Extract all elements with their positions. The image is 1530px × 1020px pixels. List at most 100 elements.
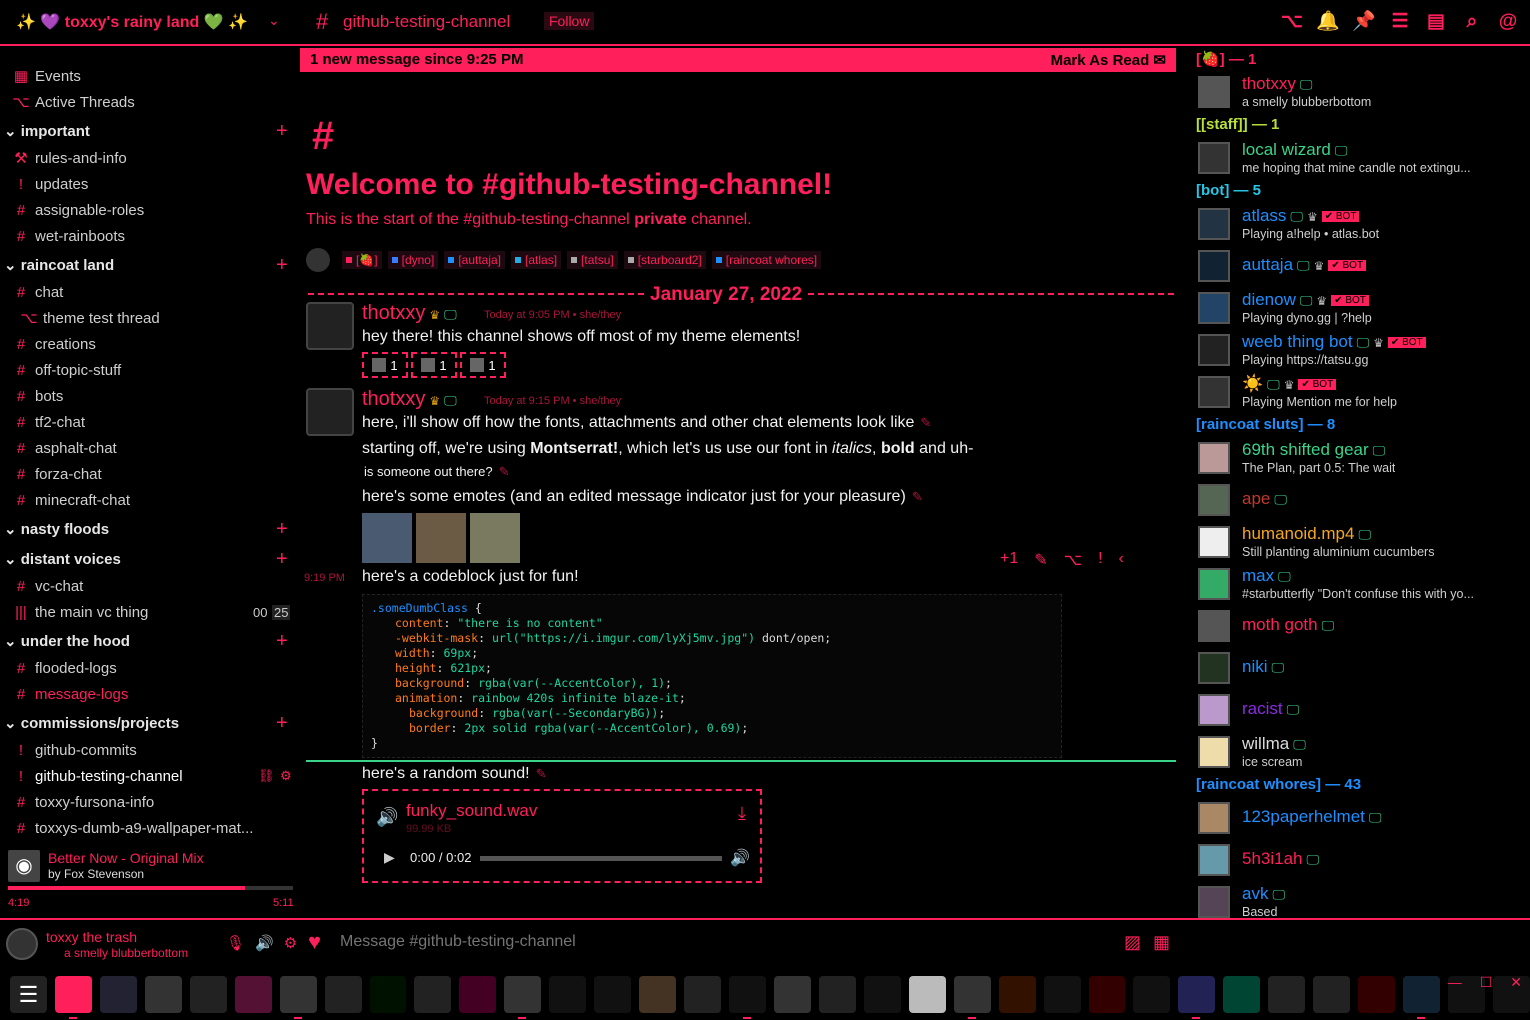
taskbar-app-icon[interactable]: [504, 975, 542, 1019]
sidebar-item-channel[interactable]: # asphalt-chat: [10, 436, 117, 460]
category-header[interactable]: ⌄ commissions/projects: [4, 714, 179, 732]
play-icon[interactable]: ▶: [384, 849, 395, 866]
taskbar-app-icon[interactable]: [1403, 975, 1440, 1019]
link-icon[interactable]: ⛓: [258, 768, 275, 784]
avatar[interactable]: [1198, 610, 1230, 642]
member-name[interactable]: niki 🖵: [1242, 657, 1284, 677]
emote-image[interactable]: [362, 513, 412, 563]
emote-image[interactable]: [416, 513, 466, 563]
category-header[interactable]: ⌄ important: [4, 122, 90, 140]
taskbar-app-icon[interactable]: [1313, 975, 1351, 1013]
headphones-icon[interactable]: 🔊: [255, 934, 274, 952]
start-menu-icon[interactable]: ☰: [10, 975, 47, 1013]
thread-icon[interactable]: ⌥: [1064, 550, 1082, 570]
sidebar-item-channel[interactable]: # creations: [10, 332, 96, 356]
audio-filename[interactable]: funky_sound.wav: [406, 801, 537, 821]
taskbar-app-icon[interactable]: [279, 975, 317, 1019]
taskbar-app-icon[interactable]: [234, 975, 272, 1013]
avatar[interactable]: [1198, 886, 1230, 918]
taskbar-app-icon[interactable]: [1043, 975, 1081, 1013]
avatar[interactable]: [1198, 844, 1230, 876]
member-name[interactable]: humanoid.mp4 🖵: [1242, 524, 1371, 544]
sidebar-item-channel[interactable]: # toxxy-fursona-info: [10, 790, 154, 814]
add-channel-button[interactable]: +: [276, 549, 288, 569]
sidebar-item-channel[interactable]: # chat: [10, 280, 64, 304]
avatar[interactable]: [306, 302, 354, 350]
follow-button[interactable]: Follow: [544, 12, 595, 30]
avatar[interactable]: [1198, 442, 1230, 474]
taskbar-app-icon[interactable]: [863, 975, 901, 1013]
sidebar-item-channel[interactable]: ! github-commits: [10, 738, 137, 762]
member-name[interactable]: auttaja 🖵 ♛ ✔ BOT: [1242, 255, 1367, 275]
taskbar-app-icon[interactable]: [1088, 975, 1126, 1013]
member-name[interactable]: racist 🖵: [1242, 699, 1299, 719]
taskbar-app-icon[interactable]: [189, 975, 227, 1013]
new-messages-bar[interactable]: 1 new message since 9:25 PM Mark As Read…: [300, 48, 1176, 72]
sidebar-item-channel[interactable]: ⚒ rules-and-info: [10, 146, 126, 170]
member-name[interactable]: max 🖵: [1242, 566, 1291, 586]
pin-icon[interactable]: 📌: [1352, 10, 1376, 34]
sidebar-item-active-threads[interactable]: ⌥ Active Threads: [10, 90, 134, 114]
avatar[interactable]: [6, 928, 38, 960]
add-channel-button[interactable]: +: [276, 519, 288, 539]
user-name[interactable]: toxxy the trash: [46, 929, 137, 945]
sidebar-item-channel[interactable]: # off-topic-stuff: [10, 358, 121, 382]
role-tag[interactable]: [dyno]: [387, 251, 439, 269]
download-icon[interactable]: ⤓: [738, 803, 746, 824]
message-author[interactable]: thotxxy ♛ 🖵: [362, 302, 457, 325]
add-channel-button[interactable]: +: [276, 121, 288, 141]
reaction[interactable]: 1: [411, 352, 457, 378]
alert-icon[interactable]: !: [1098, 550, 1102, 570]
avatar[interactable]: [1198, 802, 1230, 834]
taskbar-app-icon[interactable]: [99, 975, 137, 1013]
reaction[interactable]: 1: [362, 352, 408, 378]
role-tag[interactable]: [🍓]: [342, 251, 382, 269]
taskbar-app-icon[interactable]: [908, 975, 946, 1013]
taskbar-app-icon[interactable]: [594, 975, 632, 1013]
sidebar-item-channel[interactable]: # minecraft-chat: [10, 488, 130, 512]
avatar[interactable]: [1198, 76, 1230, 108]
member-name[interactable]: willma 🖵: [1242, 734, 1306, 754]
sidebar-item-channel[interactable]: ⌥ theme test thread: [18, 306, 159, 330]
taskbar-app-icon[interactable]: [1178, 975, 1216, 1019]
settings-icon[interactable]: ⚙: [280, 768, 292, 784]
close-icon[interactable]: ✕: [1510, 974, 1522, 991]
emote-image[interactable]: [470, 513, 520, 563]
sidebar-item-channel[interactable]: # wet-rainboots: [10, 224, 125, 248]
minimize-icon[interactable]: —: [1448, 974, 1462, 991]
role-tag[interactable]: [tatsu]: [567, 251, 618, 269]
audio-seek-bar[interactable]: [480, 856, 722, 861]
settings-icon[interactable]: ⚙: [284, 934, 297, 952]
role-tag[interactable]: [atlas]: [511, 251, 562, 269]
member-name[interactable]: moth goth 🖵: [1242, 615, 1334, 635]
category-header[interactable]: ⌄ raincoat land: [4, 256, 114, 274]
category-header[interactable]: ⌄ nasty floods: [4, 520, 109, 538]
sidebar-item-channel[interactable]: # tf2-chat: [10, 410, 85, 434]
message-author[interactable]: thotxxy ♛ 🖵: [362, 388, 457, 411]
avatar[interactable]: [1198, 568, 1230, 600]
sidebar-item-channel[interactable]: # message-logs: [10, 682, 129, 706]
sidebar-item-channel[interactable]: ! updates: [10, 172, 88, 196]
taskbar-app-icon[interactable]: [1268, 975, 1306, 1013]
sidebar-item-channel[interactable]: ! github-testing-channel ⛓ ⚙: [10, 764, 292, 788]
volume-icon[interactable]: 🔊: [730, 848, 750, 868]
search-icon[interactable]: ⌕: [1460, 10, 1484, 34]
avatar[interactable]: [1198, 694, 1230, 726]
avatar[interactable]: [1198, 250, 1230, 282]
taskbar-app-icon[interactable]: [1223, 975, 1261, 1013]
member-name[interactable]: dienow 🖵 ♛ ✔ BOT: [1242, 290, 1369, 310]
apps-icon[interactable]: ▦: [1153, 932, 1170, 953]
taskbar-app-icon[interactable]: [459, 975, 497, 1013]
sidebar-item-channel[interactable]: # vc-chat: [10, 574, 84, 598]
sidebar-item-channel[interactable]: # forza-chat: [10, 462, 102, 486]
inbox-icon[interactable]: ▤: [1424, 10, 1448, 34]
chevron-down-icon[interactable]: ⌄: [268, 12, 280, 29]
avatar[interactable]: [1198, 142, 1230, 174]
taskbar-app-icon[interactable]: [729, 975, 766, 1019]
member-name[interactable]: weeb thing bot 🖵 ♛ ✔ BOT: [1242, 332, 1426, 352]
sidebar-item-channel[interactable]: # toxxys-dumb-a9-wallpaper-mat...: [10, 816, 254, 840]
add-channel-button[interactable]: +: [276, 713, 288, 733]
add-reaction-button[interactable]: +1: [1000, 550, 1018, 570]
sidebar-item-channel[interactable]: ||| the main vc thing 00 25: [10, 600, 291, 624]
avatar[interactable]: [1198, 526, 1230, 558]
